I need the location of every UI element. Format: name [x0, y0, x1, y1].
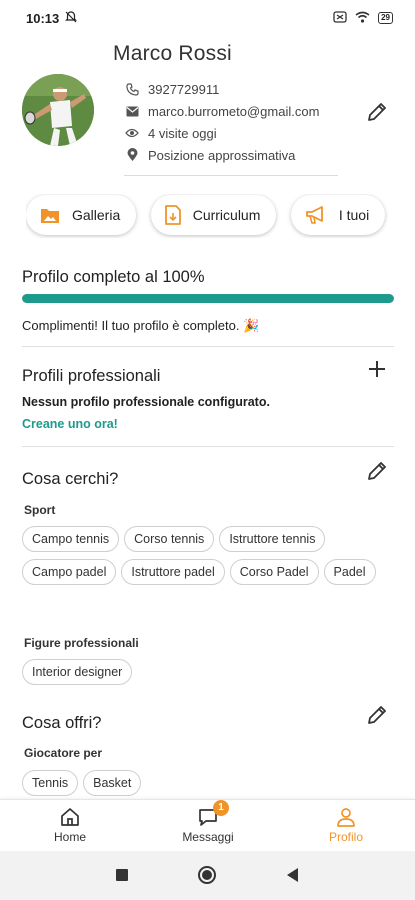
contact-info-list: 3927729911 marco.burrometo@gmail.com 4 v… — [124, 78, 319, 166]
curriculum-chip-label: Curriculum — [192, 207, 261, 223]
action-chips-row[interactable]: Galleria Curriculum I tuoi — [26, 194, 415, 238]
pencil-icon — [366, 101, 388, 128]
nav-messages-label: Messaggi — [182, 830, 234, 844]
tag-chip[interactable]: Tennis — [22, 770, 79, 796]
pencil-icon — [366, 460, 388, 487]
edit-looking-for-button[interactable] — [363, 459, 391, 487]
mail-icon — [124, 106, 140, 117]
tag-chip[interactable]: Istruttore tennis — [219, 526, 326, 552]
tag-chip[interactable]: Interior designer — [22, 659, 133, 685]
player-for-subheading: Giocatore per — [24, 746, 103, 760]
recents-button[interactable] — [112, 867, 132, 887]
profile-header: Marco Rossi 3927729911 marco.burrometo@g… — [0, 36, 415, 186]
professional-figures-tags: Interior designer — [22, 659, 394, 685]
profile-name: Marco Rossi — [113, 42, 232, 65]
gallery-chip[interactable]: Galleria — [26, 195, 137, 235]
email-text: marco.burrometo@gmail.com — [148, 103, 320, 119]
section-divider — [22, 346, 394, 347]
unread-badge: 1 — [213, 800, 229, 816]
header-divider — [124, 175, 338, 176]
curriculum-chip[interactable]: Curriculum — [150, 195, 277, 235]
status-time: 10:13 — [26, 10, 60, 26]
phone-text: 3927729911 — [148, 81, 220, 97]
nav-home[interactable]: Home — [15, 804, 125, 844]
location-text: Posizione approssimativa — [148, 147, 296, 163]
tag-chip[interactable]: Padel — [323, 559, 376, 585]
home-icon — [59, 804, 81, 830]
edit-profile-button[interactable] — [363, 100, 391, 128]
sim-icon — [333, 10, 347, 26]
location-pin-icon — [124, 148, 140, 162]
battery-icon: 29 — [378, 12, 393, 24]
back-button[interactable] — [283, 867, 303, 887]
bottom-navigation: Home 1 Messaggi Profilo — [0, 799, 415, 851]
professional-figures-subheading: Figure professionali — [24, 636, 139, 650]
gallery-icon — [40, 206, 60, 224]
square-icon — [116, 868, 128, 886]
tag-chip[interactable]: Corso tennis — [124, 526, 215, 552]
avatar[interactable] — [22, 74, 94, 146]
announcements-chip[interactable]: I tuoi — [290, 195, 386, 235]
nav-profile[interactable]: Profilo — [291, 804, 401, 844]
home-system-button[interactable] — [197, 865, 217, 890]
add-professional-profile-button[interactable] — [363, 357, 391, 385]
announcements-chip-label: I tuoi — [338, 207, 370, 223]
tag-chip[interactable]: Istruttore padel — [121, 559, 225, 585]
section-divider — [22, 446, 394, 447]
completion-message: Complimenti! Il tuo profilo è completo. … — [22, 318, 260, 333]
system-navigation-bar — [0, 851, 415, 900]
visits-row: 4 visite oggi — [124, 122, 319, 144]
sport-subheading: Sport — [24, 503, 56, 517]
tag-chip[interactable]: Campo tennis — [22, 526, 120, 552]
visits-text: 4 visite oggi — [148, 125, 217, 141]
completion-progress-fill — [22, 294, 394, 303]
no-professional-profiles-text: Nessun profilo professionale configurato… — [22, 395, 270, 409]
person-icon — [335, 804, 357, 830]
edit-offering-button[interactable] — [363, 703, 391, 731]
pencil-icon — [366, 704, 388, 731]
phone-row[interactable]: 3927729911 — [124, 78, 319, 100]
back-triangle-icon — [287, 867, 299, 887]
nav-home-label: Home — [53, 830, 86, 844]
chat-icon: 1 — [197, 800, 229, 830]
tag-chip[interactable]: Basket — [83, 770, 142, 796]
looking-for-title: Cosa cerchi? — [22, 470, 119, 488]
phone-icon — [124, 82, 140, 96]
wifi-icon — [355, 11, 370, 26]
offering-title: Cosa offri? — [22, 714, 102, 732]
dnd-icon — [65, 10, 78, 26]
status-bar: 10:13 29 — [0, 0, 415, 36]
nav-profile-label: Profilo — [328, 830, 363, 844]
circle-icon — [197, 865, 217, 890]
professional-profiles-title: Profili professionali — [22, 367, 161, 385]
sport-tags: Campo tennis Corso tennis Istruttore ten… — [22, 526, 394, 585]
tag-chip[interactable]: Campo padel — [22, 559, 117, 585]
gallery-chip-label: Galleria — [72, 207, 121, 223]
document-icon — [164, 205, 181, 225]
completion-title: Profilo completo al 100% — [22, 268, 205, 286]
tag-chip[interactable]: Corso Padel — [229, 559, 319, 585]
eye-icon — [124, 128, 140, 138]
completion-progress-bar — [22, 294, 394, 303]
create-profile-link[interactable]: Creane uno ora! — [22, 417, 118, 431]
plus-icon — [367, 359, 387, 384]
email-row[interactable]: marco.burrometo@gmail.com — [124, 100, 319, 122]
megaphone-icon — [305, 205, 327, 225]
location-row: Posizione approssimativa — [124, 144, 319, 166]
nav-messages[interactable]: 1 Messaggi — [153, 800, 263, 844]
player-for-tags: Tennis Basket — [22, 770, 394, 796]
